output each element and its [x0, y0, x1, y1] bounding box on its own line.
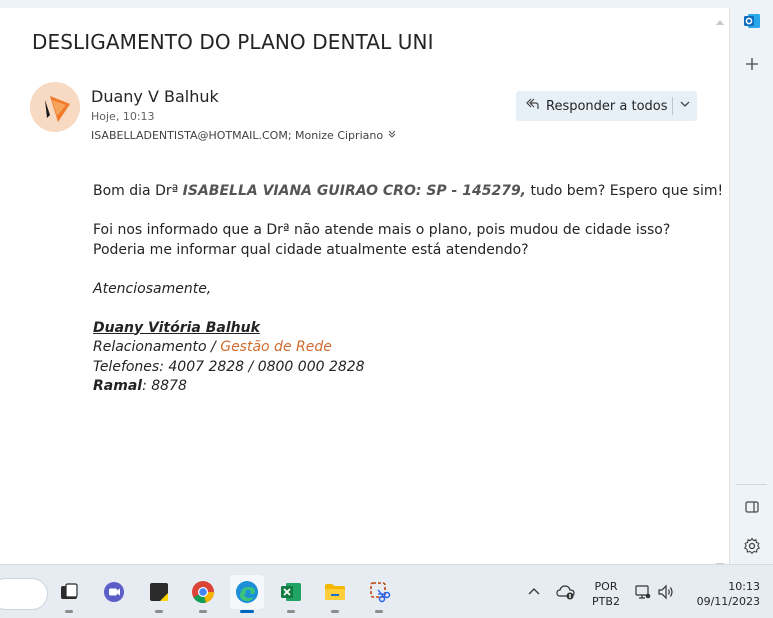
- closing-line: Atenciosamente,: [93, 280, 212, 297]
- expand-recipients-icon[interactable]: [387, 129, 397, 142]
- onedrive-icon[interactable]: [556, 565, 576, 618]
- app-indicator: [287, 610, 295, 613]
- signature-role: Relacionamento /: [93, 339, 221, 355]
- greeting-line: Bom dia Drª ISABELLA VIANA GUIRAO CRO: S…: [93, 182, 723, 202]
- signature-name: Duany Vitória Balhuk: [93, 319, 260, 336]
- body-line-2: Poderia me informar qual cidade atualmen…: [93, 241, 529, 258]
- teams-icon[interactable]: [97, 575, 131, 609]
- body-line-1: Foi nos informado que a Drª não atende m…: [93, 222, 671, 238]
- clock-time: 10:13: [728, 580, 760, 593]
- taskbar: POR PTB2 10:13 09/11/2023: [0, 564, 773, 618]
- signature-dept: Gestão de Rede: [220, 339, 332, 355]
- top-strip: [0, 0, 773, 8]
- reading-pane: DESLIGAMENTO DO PLANO DENTAL UNI Duany V…: [0, 8, 730, 568]
- gear-icon[interactable]: [730, 531, 773, 561]
- signature-ext-line: Ramal: 8878: [93, 377, 723, 397]
- side-rail: [730, 0, 773, 564]
- chevron-down-icon: [679, 98, 691, 114]
- side-panel-icon[interactable]: [730, 492, 773, 522]
- chrome-icon[interactable]: [186, 575, 220, 613]
- signature-ext-value: : 8878: [142, 378, 187, 394]
- sent-time: Hoje, 10:13: [91, 110, 155, 123]
- network-icon[interactable]: [634, 565, 652, 618]
- edge-icon[interactable]: [230, 575, 264, 613]
- store-app-icon[interactable]: [52, 575, 86, 613]
- outlook-icon[interactable]: [730, 6, 773, 36]
- scroll-up-icon[interactable]: [716, 20, 724, 25]
- language-indicator[interactable]: POR PTB2: [590, 579, 622, 609]
- email-subject: DESLIGAMENTO DO PLANO DENTAL UNI: [32, 30, 434, 54]
- reply-all-icon: [524, 96, 540, 116]
- language-code: POR: [594, 580, 618, 593]
- snipping-tool-icon[interactable]: [362, 575, 396, 613]
- reply-all-label: Responder a todos: [546, 98, 668, 114]
- reply-options-dropdown[interactable]: [673, 91, 697, 121]
- sender-name[interactable]: Duany V Balhuk: [91, 87, 219, 106]
- greeting-name: ISABELLA VIANA GUIRAO CRO: SP - 145279,: [182, 183, 526, 199]
- recipients-row[interactable]: ISABELLADENTISTA@HOTMAIL.COM; Monize Cip…: [91, 129, 397, 142]
- show-hidden-icons[interactable]: [527, 565, 541, 618]
- app-indicator: [155, 610, 163, 613]
- scrollbar[interactable]: [716, 20, 724, 568]
- sticky-notes-icon[interactable]: [142, 575, 176, 613]
- reply-all-button[interactable]: Responder a todos: [516, 91, 697, 121]
- excel-icon[interactable]: [274, 575, 308, 613]
- rail-divider: [736, 484, 767, 485]
- signature-ext-label: Ramal: [93, 378, 143, 394]
- chevron-up-icon: [528, 587, 540, 594]
- app-indicator: [240, 610, 254, 613]
- reply-all-main[interactable]: Responder a todos: [516, 91, 672, 121]
- clock-date: 09/11/2023: [696, 595, 760, 608]
- keyboard-layout: PTB2: [592, 595, 620, 608]
- signature-phones: Telefones: 4007 2828 / 0800 000 2828: [93, 358, 365, 375]
- signature-name-line: Duany Vitória Balhuk: [93, 319, 723, 339]
- file-explorer-icon[interactable]: [318, 575, 352, 613]
- app-indicator: [331, 610, 339, 613]
- greeting-end: tudo bem? Espero que sim!: [526, 183, 724, 199]
- volume-icon[interactable]: [657, 565, 675, 618]
- app-indicator: [375, 610, 383, 613]
- sender-avatar[interactable]: [30, 82, 80, 132]
- avatar-logo-icon: [30, 82, 80, 132]
- system-clock[interactable]: 10:13 09/11/2023: [686, 579, 760, 609]
- recipients-list: ISABELLADENTISTA@HOTMAIL.COM; Monize Cip…: [91, 129, 384, 142]
- taskbar-search-box[interactable]: [0, 578, 48, 610]
- email-body: Bom dia Drª ISABELLA VIANA GUIRAO CRO: S…: [93, 182, 723, 397]
- app-indicator: [199, 610, 207, 613]
- add-icon[interactable]: [730, 49, 773, 79]
- app-indicator: [65, 610, 73, 613]
- greeting-start: Bom dia Drª: [93, 183, 183, 199]
- signature-role-line: Relacionamento / Gestão de Rede: [93, 338, 723, 358]
